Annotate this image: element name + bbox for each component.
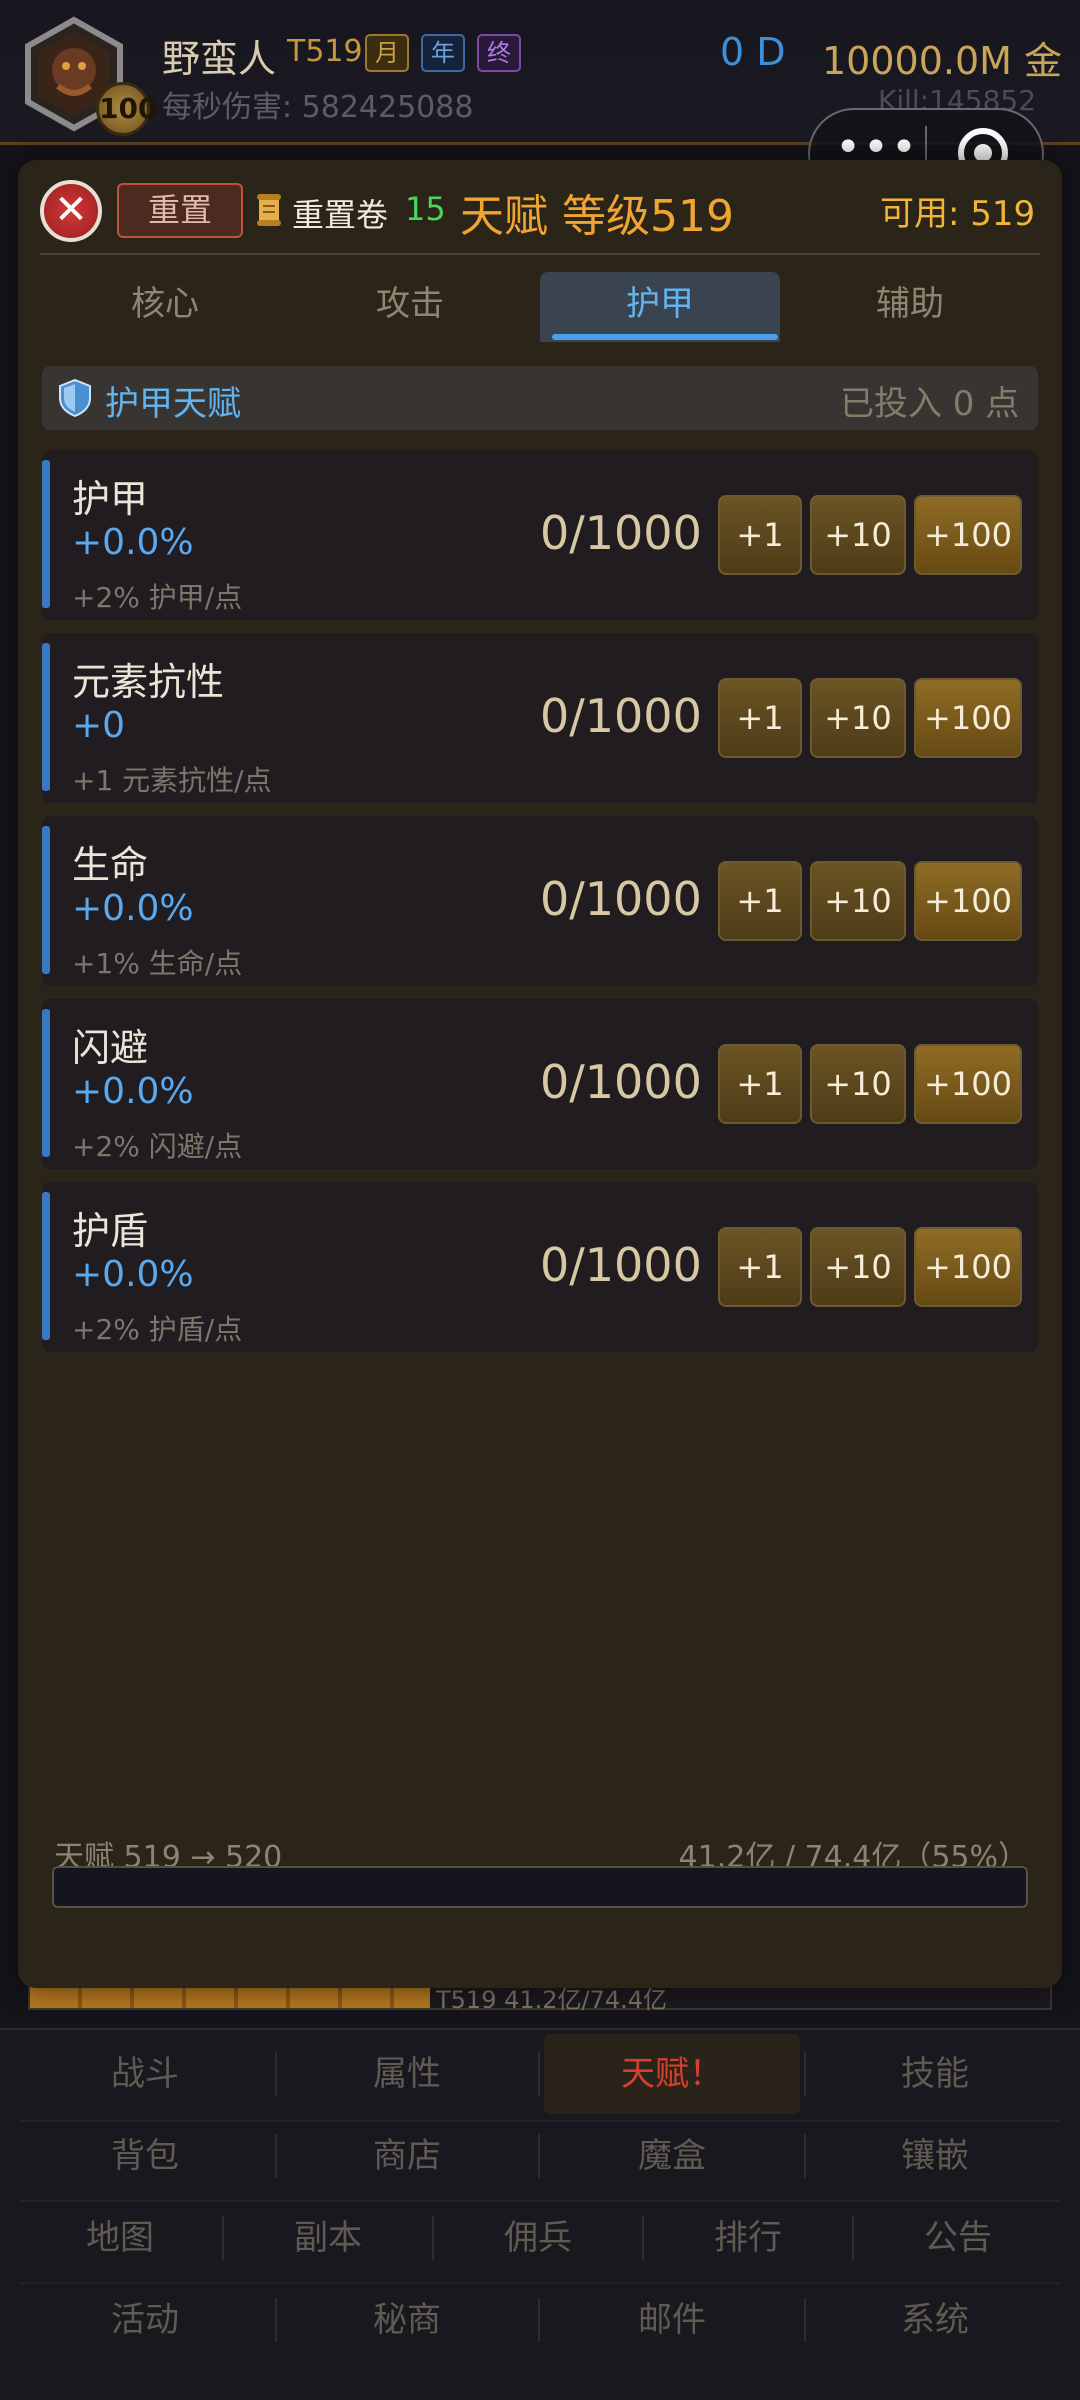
menu-separator [275, 2298, 277, 2342]
scroll-icon [255, 192, 283, 228]
close-button[interactable]: ✕ [40, 180, 102, 242]
add-100-button[interactable]: +100 [914, 861, 1022, 941]
menu-system[interactable]: 系统 [810, 2280, 1060, 2360]
add-100-button[interactable]: +100 [914, 678, 1022, 758]
menu-skills[interactable]: 技能 [810, 2034, 1060, 2114]
add-1-button[interactable]: +1 [718, 1227, 802, 1307]
active-tab-indicator [552, 334, 778, 340]
menu-separator [275, 2134, 277, 2178]
tab-attack[interactable]: 攻击 [290, 272, 530, 342]
add-100-button[interactable]: +100 [914, 1227, 1022, 1307]
talent-value: +0.0% [72, 1071, 194, 1112]
tab-support[interactable]: 辅助 [790, 272, 1030, 342]
row-accent-bar [42, 643, 50, 791]
menu-separator [804, 2134, 806, 2178]
menu-separator [642, 2216, 644, 2260]
menu-announcement[interactable]: 公告 [858, 2198, 1058, 2278]
talent-value: +0.0% [72, 888, 194, 929]
menu-separator [538, 2298, 540, 2342]
menu-mercenary[interactable]: 佣兵 [438, 2198, 638, 2278]
diamond-count: 0 D [720, 30, 786, 74]
talent-value: +0.0% [72, 522, 194, 563]
add-1-button[interactable]: +1 [718, 1044, 802, 1124]
tab-core[interactable]: 核心 [45, 272, 285, 342]
reset-button[interactable]: 重置 [117, 183, 243, 238]
talent-name: 护盾 [72, 1209, 149, 1253]
menu-dungeon[interactable]: 副本 [228, 2198, 428, 2278]
talent-count: 0/1000 [540, 506, 702, 560]
menu-battle[interactable]: 战斗 [20, 2034, 270, 2114]
row-accent-bar [42, 460, 50, 608]
menu-separator [432, 2216, 434, 2260]
hero-level-badge: 100 [96, 82, 157, 136]
add-10-button[interactable]: +10 [810, 678, 906, 758]
talent-name: 生命 [72, 843, 149, 887]
monthly-card-tag[interactable]: 月 [365, 34, 409, 72]
menu-events[interactable]: 活动 [20, 2280, 270, 2360]
menu-bag[interactable]: 背包 [20, 2116, 270, 2196]
menu-secret-shop[interactable]: 秘商 [282, 2280, 532, 2360]
menu-separator [538, 2052, 540, 2096]
shield-icon [58, 378, 92, 418]
menu-separator [804, 2298, 806, 2342]
talent-count: 0/1000 [540, 1055, 702, 1109]
talent-desc: +1% 生命/点 [72, 947, 243, 980]
talent-desc: +2% 护盾/点 [72, 1313, 243, 1346]
gold-count: 10000.0M 金 [822, 39, 1063, 83]
row-accent-bar [42, 826, 50, 974]
talent-name: 护甲 [72, 477, 149, 521]
row-accent-bar [42, 1192, 50, 1340]
row-accent-bar [42, 1009, 50, 1157]
add-100-button[interactable]: +100 [914, 1044, 1022, 1124]
menu-separator [538, 2134, 540, 2178]
talent-value: +0.0% [72, 1254, 194, 1295]
talent-name: 闪避 [72, 1026, 149, 1070]
add-1-button[interactable]: +1 [718, 678, 802, 758]
available-points: 可用: 519 [880, 194, 1036, 234]
tab-armor[interactable]: 护甲 [540, 272, 780, 342]
hero-name: 野蛮人 [162, 37, 277, 81]
dps-text: 每秒伤害: 582425088 [162, 90, 474, 125]
menu-separator [222, 2216, 224, 2260]
add-1-button[interactable]: +1 [718, 861, 802, 941]
talent-name: 元素抗性 [72, 660, 225, 704]
add-10-button[interactable]: +10 [810, 1044, 906, 1124]
add-1-button[interactable]: +1 [718, 495, 802, 575]
menu-inlay[interactable]: 镶嵌 [810, 2116, 1060, 2196]
yearly-card-tag[interactable]: 年 [421, 34, 465, 72]
section-invested: 已投入 0 点 [840, 384, 1020, 424]
section-title: 护甲天赋 [105, 384, 241, 424]
talent-desc: +2% 闪避/点 [72, 1130, 243, 1163]
menu-map[interactable]: 地图 [20, 2198, 220, 2278]
add-10-button[interactable]: +10 [810, 495, 906, 575]
menu-mail[interactable]: 邮件 [544, 2280, 800, 2360]
talent-count: 0/1000 [540, 689, 702, 743]
title-divider [40, 253, 1040, 255]
menu-separator [804, 2052, 806, 2096]
talent-progress-bar [52, 1866, 1028, 1908]
reset-scroll-count: 15 [405, 190, 446, 228]
menu-magic-box[interactable]: 魔盒 [544, 2116, 800, 2196]
menu-separator [275, 2052, 277, 2096]
menu-ranking[interactable]: 排行 [648, 2198, 848, 2278]
talent-value: +0 [72, 705, 126, 746]
menu-attributes[interactable]: 属性 [282, 2034, 532, 2114]
add-10-button[interactable]: +10 [810, 1227, 906, 1307]
menu-talent[interactable]: 天赋！ [544, 2034, 800, 2114]
talent-count: 0/1000 [540, 1238, 702, 1292]
menu-separator [852, 2216, 854, 2260]
modal-title: 天赋 等级519 [460, 191, 734, 242]
talent-desc: +2% 护甲/点 [72, 581, 243, 614]
talent-count: 0/1000 [540, 872, 702, 926]
add-100-button[interactable]: +100 [914, 495, 1022, 575]
hero-tier: T519 [287, 34, 363, 69]
reset-scroll-label: 重置卷 [292, 196, 389, 234]
lifetime-card-tag[interactable]: 终 [477, 34, 521, 72]
menu-shop[interactable]: 商店 [282, 2116, 532, 2196]
add-10-button[interactable]: +10 [810, 861, 906, 941]
talent-desc: +1 元素抗性/点 [72, 764, 272, 797]
